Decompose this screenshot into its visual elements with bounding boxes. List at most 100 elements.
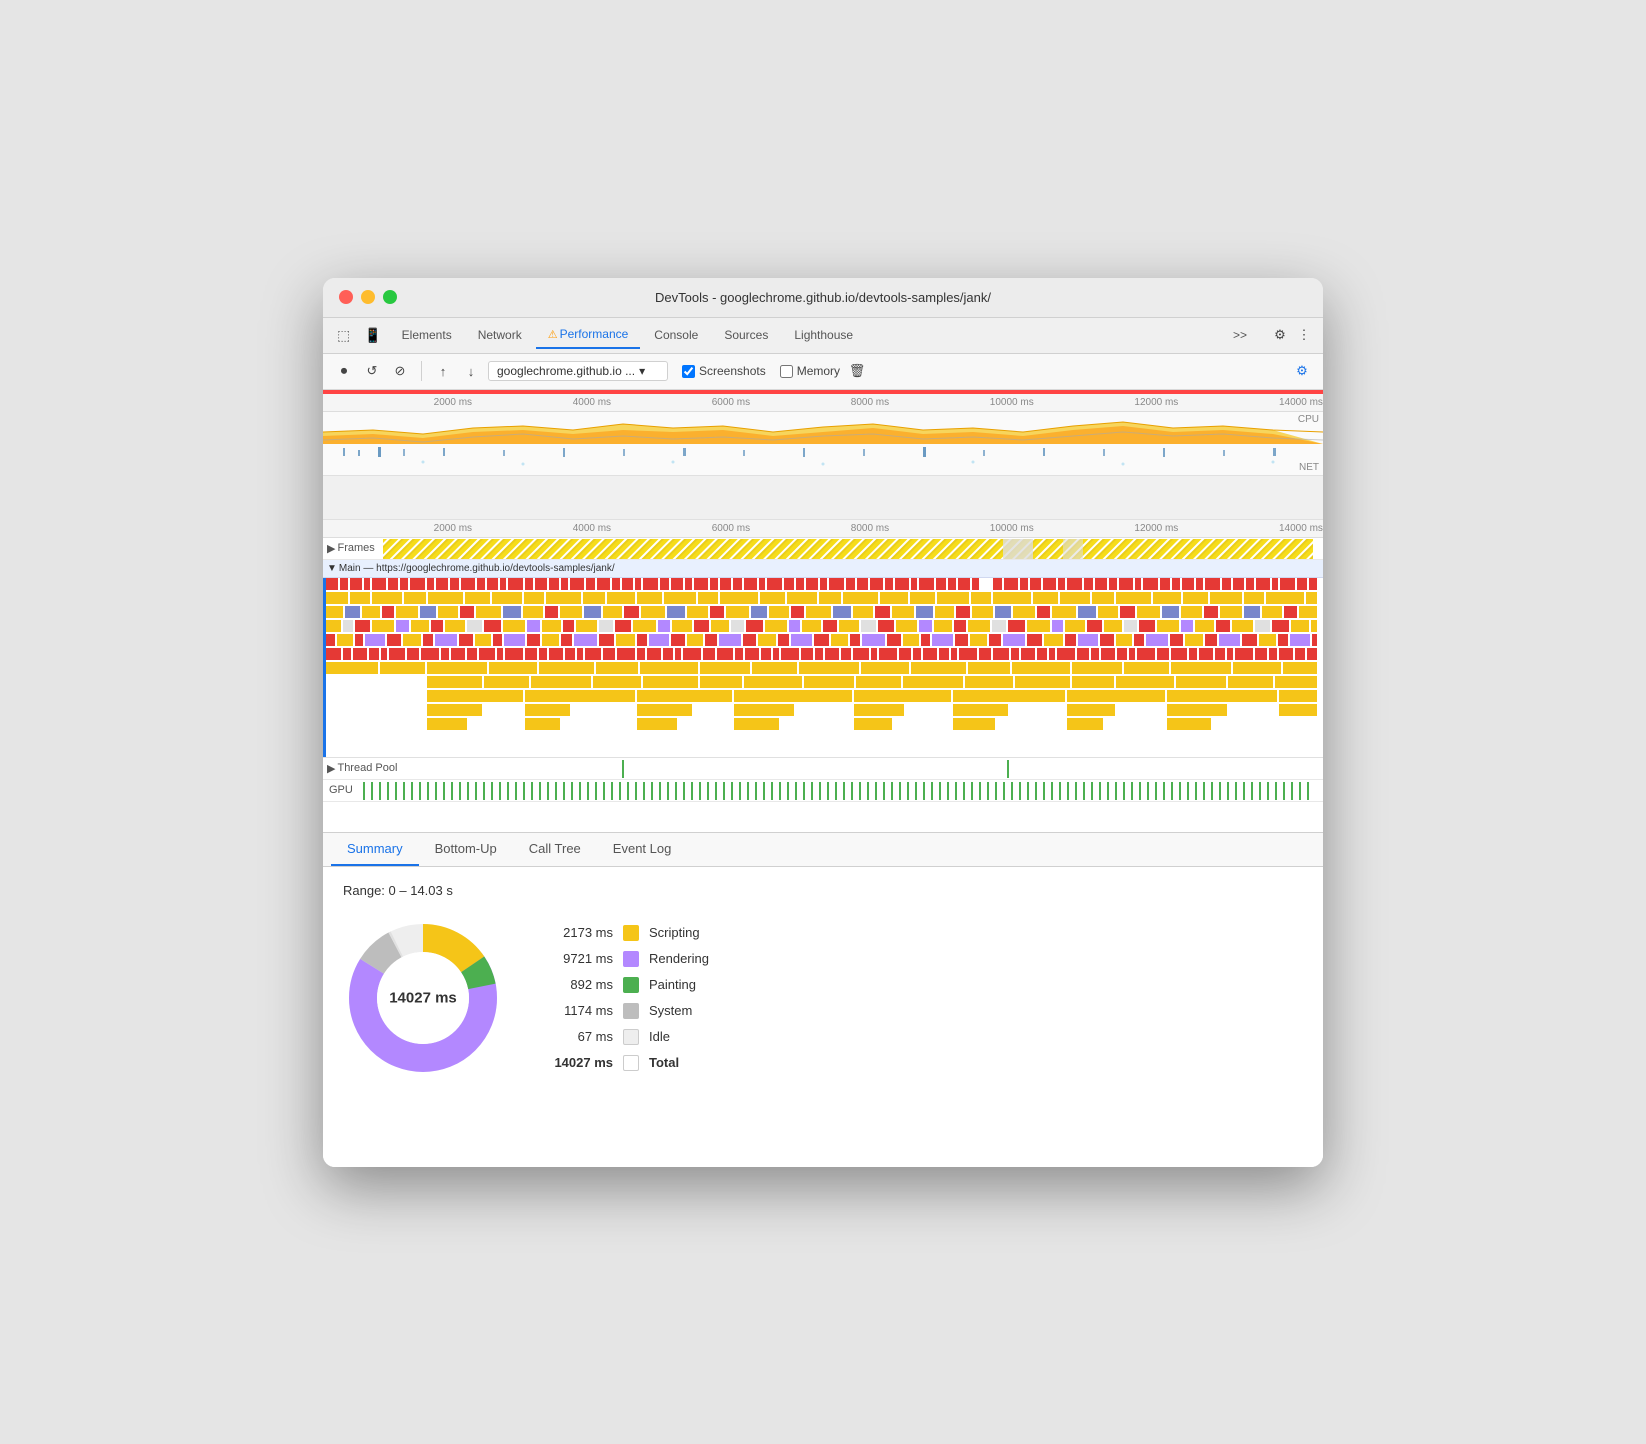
- gpu-svg: [363, 780, 1323, 802]
- system-color-swatch: [623, 1003, 639, 1019]
- clear-button[interactable]: ⊘: [389, 360, 411, 382]
- rendering-label: Rendering: [649, 951, 709, 966]
- devtools-settings-button[interactable]: ⚙: [1269, 324, 1291, 346]
- trash-button[interactable]: 🗑: [846, 360, 868, 382]
- gpu-row: GPU: [323, 780, 1323, 802]
- warning-icon: ⚠: [548, 329, 558, 341]
- tick-12000: 12000 ms: [1134, 397, 1178, 408]
- memory-label: Memory: [797, 364, 840, 378]
- tab-more[interactable]: >>: [1221, 322, 1259, 348]
- tick-6000: 6000 ms: [712, 397, 750, 408]
- flamechart-row-7: [323, 662, 1317, 674]
- donut-center-text: 14027 ms: [389, 989, 457, 1006]
- url-text: googlechrome.github.io ...: [497, 364, 635, 378]
- thread-pool-toggle-icon[interactable]: ▶: [327, 762, 335, 775]
- total-label: Total: [649, 1055, 679, 1070]
- performance-settings-button[interactable]: ⚙: [1291, 360, 1313, 382]
- flamechart-row-4: [323, 620, 1317, 632]
- tick2-4000: 4000 ms: [573, 523, 611, 534]
- flamechart-row-1: [323, 578, 1317, 590]
- idle-color-swatch: [623, 1029, 639, 1045]
- bottom-section: Summary Bottom-Up Call Tree Event Log Ra…: [323, 832, 1323, 1167]
- close-button[interactable]: [339, 290, 353, 304]
- summary-content: 14027 ms 2173 ms Scripting 9721 ms: [343, 918, 1303, 1078]
- screenshots-strip: [323, 476, 1323, 520]
- tab-bottom-up[interactable]: Bottom-Up: [419, 833, 513, 866]
- total-value: 14027 ms: [543, 1055, 613, 1070]
- main-toggle-icon[interactable]: ▼: [327, 563, 337, 574]
- tick2-8000: 8000 ms: [851, 523, 889, 534]
- painting-value: 892 ms: [543, 977, 613, 992]
- scripting-color-swatch: [623, 925, 639, 941]
- tab-performance[interactable]: ⚠Performance: [536, 321, 641, 349]
- flamechart-row-8: [427, 676, 1317, 688]
- minimize-button[interactable]: [361, 290, 375, 304]
- download-button[interactable]: ↓: [460, 360, 482, 382]
- tab-elements[interactable]: Elements: [390, 322, 464, 348]
- flamechart-row-3: [323, 606, 1317, 618]
- tab-sources[interactable]: Sources: [712, 322, 780, 348]
- legend-row-system: 1174 ms System: [543, 1003, 709, 1019]
- upload-button[interactable]: ↑: [432, 360, 454, 382]
- flamechart-row-9: [427, 690, 1317, 702]
- action-bar: ⏺ ↺ ⊘ ↑ ↓ googlechrome.github.io ... ▾ S…: [323, 354, 1323, 390]
- tick-2000: 2000 ms: [434, 397, 472, 408]
- cpu-net-overview: CPU: [323, 412, 1323, 476]
- painting-color-swatch: [623, 977, 639, 993]
- scripting-value: 2173 ms: [543, 925, 613, 940]
- legend-row-rendering: 9721 ms Rendering: [543, 951, 709, 967]
- frames-svg: [323, 538, 1323, 560]
- idle-label: Idle: [649, 1029, 670, 1044]
- url-selector[interactable]: googlechrome.github.io ... ▾: [488, 361, 668, 381]
- flamechart-row-5: [323, 634, 1317, 646]
- thread-pool-row: ▶ Thread Pool: [323, 758, 1323, 780]
- donut-chart: 14027 ms: [343, 918, 503, 1078]
- tabs-bar: ⬚ 📱 Elements Network ⚠Performance Consol…: [323, 318, 1323, 354]
- record-button[interactable]: ⏺: [333, 360, 355, 382]
- screenshots-label: Screenshots: [699, 364, 766, 378]
- flamechart-row-6: [323, 648, 1317, 660]
- frames-row: ▶ Frames: [323, 538, 1323, 560]
- dropdown-arrow-icon: ▾: [639, 364, 645, 378]
- timeline-ruler-bottom: 2000 ms 4000 ms 6000 ms 8000 ms 10000 ms…: [323, 520, 1323, 538]
- tick2-12000: 12000 ms: [1134, 523, 1178, 534]
- screenshots-checkbox-row: Screenshots: [682, 364, 766, 378]
- flamechart-row-2: [323, 592, 1317, 604]
- frames-toggle-icon[interactable]: ▶: [327, 542, 335, 555]
- memory-checkbox-row: Memory: [780, 364, 840, 378]
- thread-pool-svg: [323, 758, 1323, 780]
- legend-row-scripting: 2173 ms Scripting: [543, 925, 709, 941]
- thread-pool-label: Thread Pool: [337, 762, 397, 774]
- tab-summary[interactable]: Summary: [331, 833, 419, 866]
- tick2-6000: 6000 ms: [712, 523, 750, 534]
- tab-lighthouse[interactable]: Lighthouse: [782, 322, 865, 348]
- tick-14000: 14000 ms: [1279, 397, 1323, 408]
- memory-checkbox[interactable]: [780, 365, 793, 378]
- tab-network[interactable]: Network: [466, 322, 534, 348]
- devtools-window: DevTools - googlechrome.github.io/devtoo…: [323, 278, 1323, 1167]
- cpu-label: CPU: [1298, 414, 1319, 425]
- window-title: DevTools - googlechrome.github.io/devtoo…: [655, 290, 991, 305]
- tick2-10000: 10000 ms: [990, 523, 1034, 534]
- legend-row-painting: 892 ms Painting: [543, 977, 709, 993]
- net-label: NET: [1299, 462, 1319, 473]
- tab-event-log[interactable]: Event Log: [597, 833, 688, 866]
- screenshots-checkbox[interactable]: [682, 365, 695, 378]
- cursor-icon[interactable]: ⬚: [331, 323, 356, 348]
- frames-label: ▶ Frames: [323, 542, 379, 555]
- tab-console[interactable]: Console: [642, 322, 710, 348]
- painting-label: Painting: [649, 977, 696, 992]
- devtools-menu-button[interactable]: ⋮: [1293, 324, 1315, 346]
- main-flamechart[interactable]: [323, 578, 1323, 758]
- timeline-container: 2000 ms 4000 ms 6000 ms 8000 ms 10000 ms…: [323, 390, 1323, 832]
- legend-row-idle: 67 ms Idle: [543, 1029, 709, 1045]
- flamechart-row-11: [427, 718, 1211, 730]
- reload-button[interactable]: ↺: [361, 360, 383, 382]
- traffic-lights: [339, 290, 397, 304]
- device-icon[interactable]: 📱: [358, 323, 387, 348]
- maximize-button[interactable]: [383, 290, 397, 304]
- net-graph: [323, 444, 1323, 476]
- legend-row-total: 14027 ms Total: [543, 1055, 709, 1071]
- flamechart-row-10: [427, 704, 1317, 716]
- tab-call-tree[interactable]: Call Tree: [513, 833, 597, 866]
